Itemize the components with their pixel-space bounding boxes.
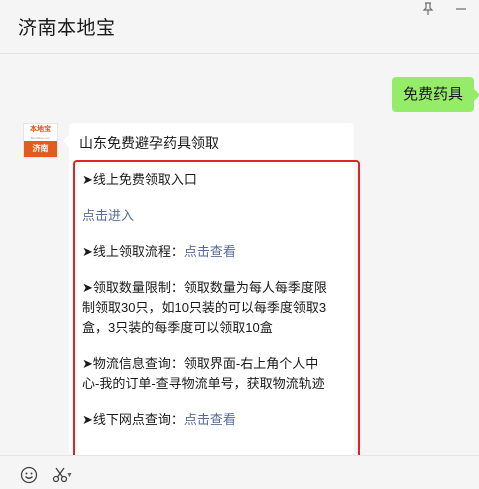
section-enter-link: 点击进入 <box>82 206 134 226</box>
input-toolbar: ▼ <box>0 455 479 489</box>
emoji-icon[interactable] <box>19 466 39 486</box>
section-line: 盒，3只装的每季度可以领取10盒 <box>82 320 273 335</box>
reply-message-card[interactable]: 山东免费避孕药具领取 ➤线上免费领取入口 点击进入 ➤线上领取流程：点击查看 ➤… <box>63 123 360 460</box>
section-quantity-limit: ➤领取数量限制：领取数量为每人每季度限 制领取30只，如10只装的可以每季度领取… <box>82 278 327 338</box>
section-line: ➤物流信息查询：领取界面-右上角个人中 <box>82 356 319 371</box>
title-bar: 济南本地宝 <box>0 0 479 54</box>
section-line: ➤领取数量限制：领取数量为每人每季度限 <box>82 280 327 295</box>
process-view-link[interactable]: 点击查看 <box>184 244 236 259</box>
highlight-box: ➤线上免费领取入口 点击进入 ➤线上领取流程：点击查看 ➤领取数量限制：领取数量… <box>73 160 360 460</box>
section-text: ➤线上免费领取入口 <box>82 172 197 187</box>
sent-message-bubble[interactable]: 免费药具 <box>392 77 479 112</box>
section-line: 制领取30只，如10只装的可以每季度领取3 <box>82 300 327 315</box>
enter-link[interactable]: 点击进入 <box>82 208 134 223</box>
minimize-icon[interactable] <box>452 2 470 18</box>
section-label: ➤线下网点查询： <box>82 412 184 427</box>
avatar[interactable]: 本地宝 Bendibao.com 济南 <box>23 123 58 158</box>
chevron-down-icon[interactable]: ▼ <box>66 472 73 479</box>
section-online-entry: ➤线上免费领取入口 <box>82 170 197 190</box>
section-process: ➤线上领取流程：点击查看 <box>82 242 236 262</box>
reply-title: 山东免费避孕药具领取 <box>79 135 219 151</box>
avatar-city-text: 济南 <box>24 141 57 157</box>
section-line: 心-我的订单-查寻物流单号，获取物流轨迹 <box>82 376 325 391</box>
section-label: ➤线上领取流程： <box>82 244 184 259</box>
offline-view-link[interactable]: 点击查看 <box>184 412 236 427</box>
section-logistics: ➤物流信息查询：领取界面-右上角个人中 心-我的订单-查寻物流单号，获取物流轨迹 <box>82 354 325 394</box>
section-offline: ➤线下网点查询：点击查看 <box>82 410 236 430</box>
chat-area[interactable]: 免费药具 本地宝 Bendibao.com 济南 山东免费避孕药具领取 ➤线上免… <box>0 55 479 460</box>
pin-icon[interactable] <box>419 2 437 18</box>
chat-title: 济南本地宝 <box>18 18 116 39</box>
